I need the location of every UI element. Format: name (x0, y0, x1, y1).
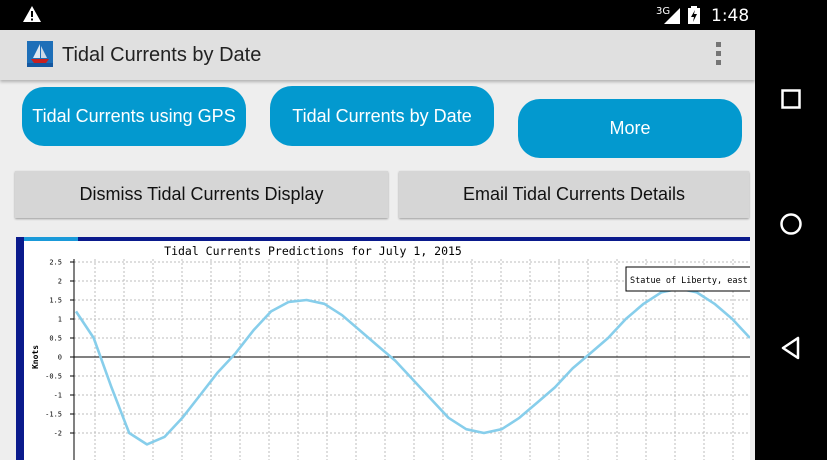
home-icon (780, 213, 802, 235)
page-title: Tidal Currents by Date (62, 44, 262, 66)
chart-plot: Tidal Currents Predictions for July 1, 2… (31, 244, 750, 460)
y-tick-label: -1 (54, 392, 62, 400)
navigation-bar (755, 0, 827, 460)
warning-icon (23, 6, 41, 22)
gps-currents-button[interactable]: Tidal Currents using GPS (22, 87, 246, 146)
sailboat-icon (27, 41, 53, 67)
back-button[interactable] (767, 324, 815, 372)
legend-label: Statue of Liberty, east (630, 276, 748, 286)
battery-icon (688, 6, 700, 24)
y-tick-label: 2 (58, 278, 62, 286)
back-icon (781, 336, 800, 360)
home-button[interactable] (767, 200, 815, 248)
series-line (74, 287, 750, 446)
signal-icon (664, 8, 680, 24)
y-tick-label: -2 (54, 430, 62, 438)
status-bar: 3G 1:48 (0, 0, 755, 30)
tidal-chart: Tidal Currents Predictions for July 1, 2… (16, 237, 750, 460)
clock: 1:48 (711, 6, 750, 26)
more-button[interactable]: More (518, 99, 742, 158)
y-tick-label: 1 (58, 316, 62, 324)
overflow-menu-icon[interactable] (716, 42, 722, 69)
y-tick-label: -0.5 (45, 373, 62, 381)
chart-title: Tidal Currents Predictions for July 1, 2… (164, 244, 462, 258)
recent-apps-icon (781, 89, 801, 109)
y-tick-label: 0.5 (49, 335, 62, 343)
y-tick-label: 2.5 (49, 259, 62, 267)
y-tick-label: 0 (58, 354, 62, 362)
y-axis-label: Knots (31, 345, 40, 369)
recent-apps-button[interactable] (767, 75, 815, 123)
y-tick-label: 1.5 (49, 297, 62, 305)
email-details-button[interactable]: Email Tidal Currents Details (399, 171, 749, 218)
date-currents-button[interactable]: Tidal Currents by Date (270, 86, 494, 146)
action-bar: Tidal Currents by Date (0, 30, 755, 80)
phone-screen: 3G 1:48 Tidal Currents by Date Tidal Cur… (0, 0, 755, 460)
dismiss-display-button[interactable]: Dismiss Tidal Currents Display (15, 171, 388, 218)
y-tick-label: -1.5 (45, 411, 62, 419)
